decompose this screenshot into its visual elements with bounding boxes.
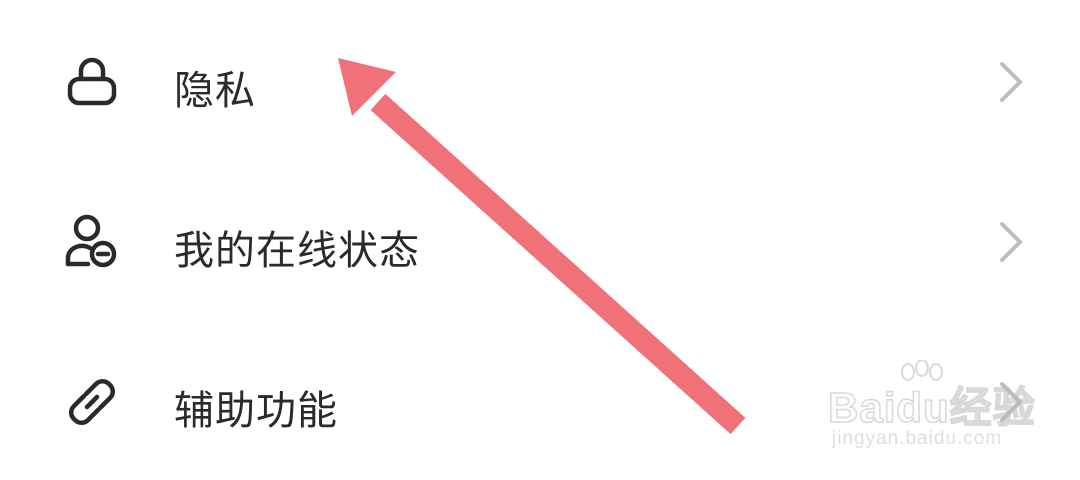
chevron-right-icon xyxy=(1000,62,1022,102)
lock-icon xyxy=(67,57,117,106)
settings-screen: 隐私 我的在线状态 辅助功能 Baidu经验 jingyan.baidu.com xyxy=(0,0,1080,480)
baidu-jingyan-watermark: Baidu经验 jingyan.baidu.com xyxy=(826,360,1036,460)
watermark-brand: Baidu经验 xyxy=(827,383,1036,432)
chevron-right-icon xyxy=(1000,222,1022,262)
menu-item-label: 我的在线状态 xyxy=(174,228,420,274)
menu-item-label: 辅助功能 xyxy=(174,388,338,434)
menu-item-privacy[interactable]: 隐私 xyxy=(0,12,1080,152)
menu-item-online-status[interactable]: 我的在线状态 xyxy=(0,172,1080,312)
menu-item-label: 隐私 xyxy=(174,68,256,114)
link-icon xyxy=(68,378,116,426)
watermark-url: jingyan.baidu.com xyxy=(832,428,1003,449)
user-status-icon xyxy=(65,214,117,268)
